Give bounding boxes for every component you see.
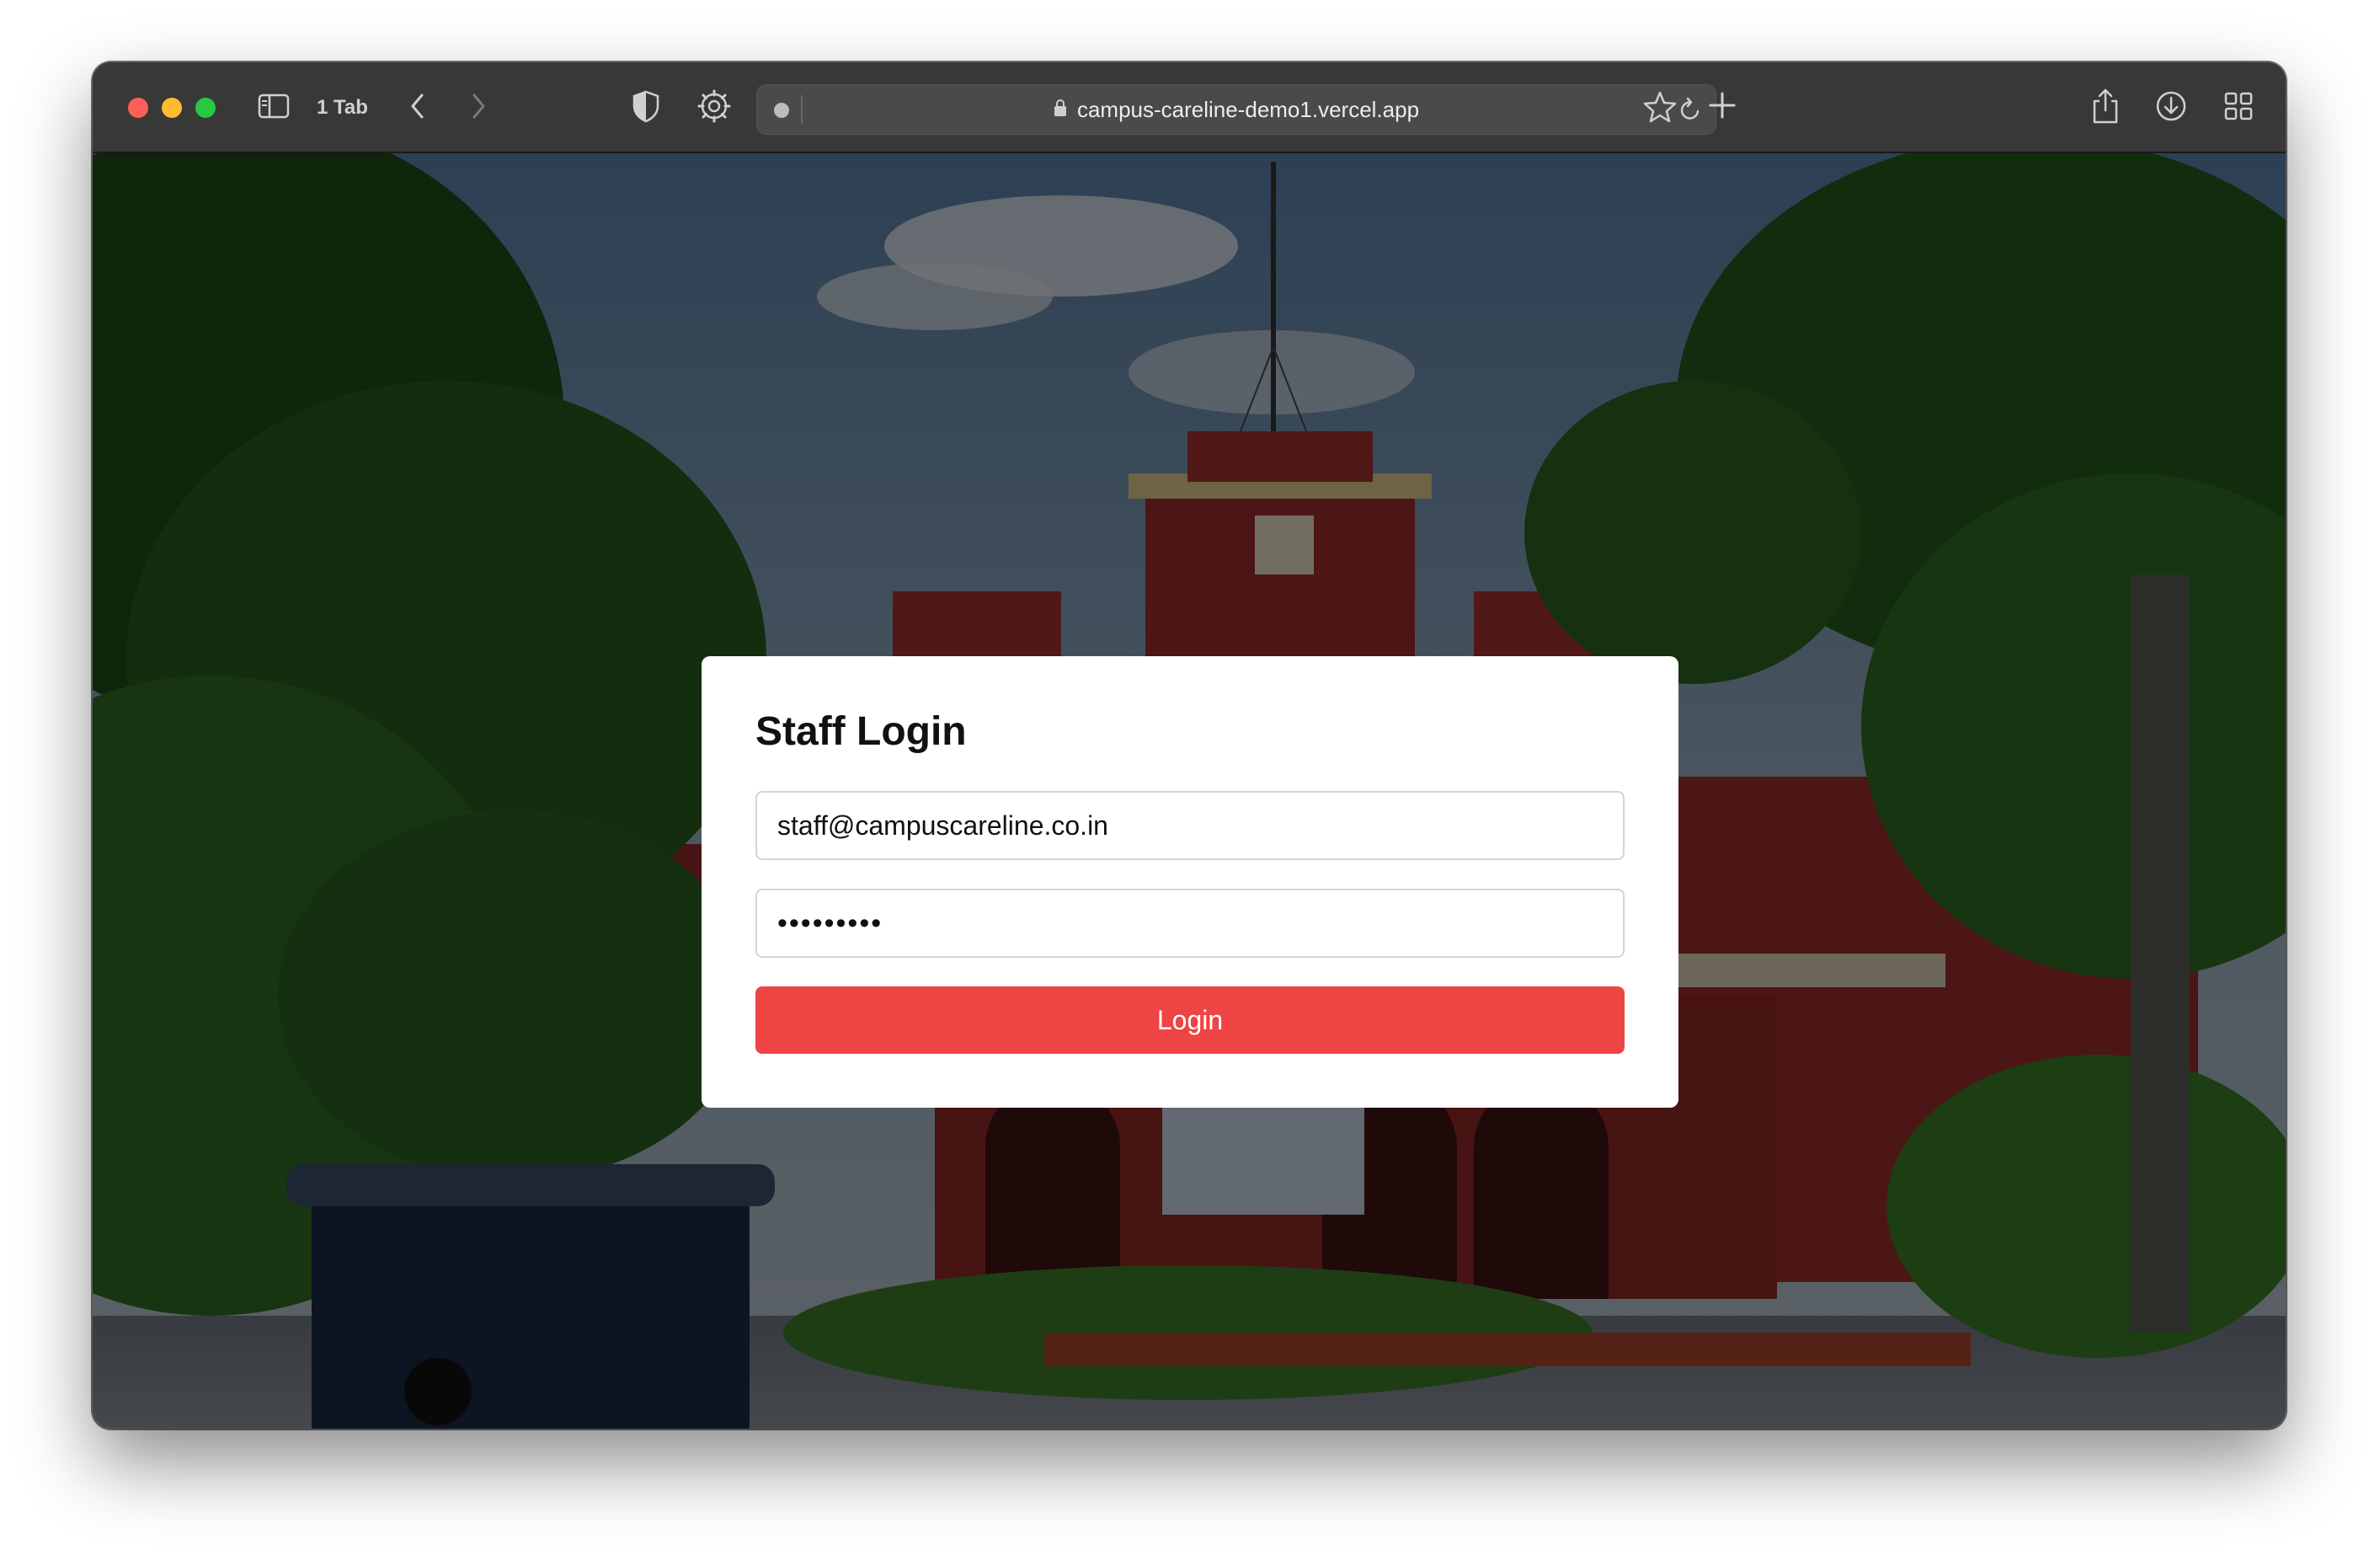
lock-icon [1054, 97, 1067, 123]
sidebar-icon[interactable] [258, 93, 290, 120]
plus-icon[interactable] [1708, 91, 1737, 120]
reload-icon[interactable] [1678, 97, 1702, 126]
minimize-window-button[interactable] [162, 98, 182, 118]
browser-toolbar: 1 Tab campus-careline-demo1.vercel.app [93, 62, 2286, 153]
page-content: Staff Login Login [93, 153, 2286, 1429]
tab-count-label[interactable]: 1 Tab [317, 93, 368, 123]
login-button[interactable]: Login [755, 986, 1625, 1054]
close-window-button[interactable] [128, 98, 148, 118]
share-icon[interactable] [2090, 88, 2121, 125]
shield-icon[interactable] [632, 89, 660, 123]
address-url-container[interactable]: campus-careline-demo1.vercel.app [757, 85, 1716, 134]
chevron-right-icon[interactable] [468, 91, 488, 121]
address-bar[interactable]: campus-careline-demo1.vercel.app [756, 84, 1716, 135]
zoom-window-button[interactable] [195, 98, 216, 118]
login-title: Staff Login [755, 709, 967, 754]
login-card: Staff Login Login [702, 656, 1678, 1108]
browser-window: 1 Tab campus-careline-demo1.vercel.app S… [93, 62, 2286, 1429]
star-icon[interactable] [1642, 89, 1678, 125]
grid-icon[interactable] [2223, 91, 2254, 121]
password-field[interactable] [755, 889, 1625, 958]
download-icon[interactable] [2154, 89, 2188, 123]
chevron-left-icon[interactable] [408, 91, 428, 121]
url-text[interactable]: campus-careline-demo1.vercel.app [1077, 97, 1419, 123]
gear-icon[interactable] [697, 89, 731, 123]
email-field[interactable] [755, 791, 1625, 860]
